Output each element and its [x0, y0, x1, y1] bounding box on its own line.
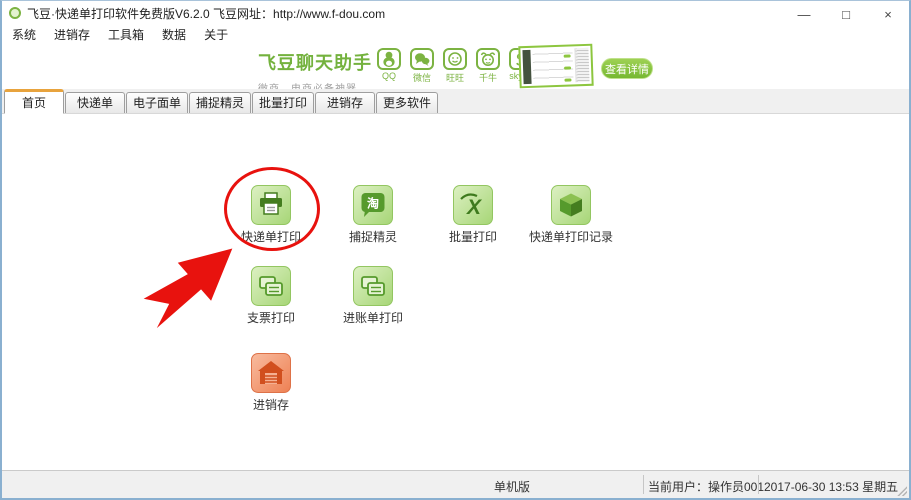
title-bar: 飞豆·快递单打印软件免费版V6.2.0 飞豆网址：http://www.f-do… — [2, 1, 909, 25]
taobao-capture-icon: 淘 — [353, 185, 393, 225]
launcher-item-label: 进账单打印 — [342, 311, 403, 325]
resize-grip[interactable] — [895, 484, 907, 496]
menu-item-inventory[interactable]: 进销存 — [45, 26, 99, 43]
menu-item-about[interactable]: 关于 — [195, 26, 237, 43]
svg-text:X: X — [466, 196, 483, 219]
promo-thumbnail-text-column — [574, 47, 590, 83]
qianniu-icon — [476, 48, 500, 70]
launcher-inventory[interactable]: 进销存 — [219, 353, 323, 413]
tab-strip: 首页 快递单 电子面单 捕捉精灵 批量打印 进销存 更多软件 — [2, 89, 909, 114]
window-controls: ― □ × — [783, 1, 909, 27]
window-title: 飞豆·快递单打印软件免费版V6.2.0 飞豆网址：http://www.f-do… — [27, 6, 386, 21]
promo-header: 飞豆聊天助手 微商，电商必备神器 QQ — [2, 43, 909, 95]
launcher-check-print[interactable]: 支票打印 — [219, 266, 323, 326]
launcher-express-print[interactable]: 快递单打印 — [219, 185, 323, 245]
status-bar: 单机版 当前用户：操作员001 2017-06-30 13:53 星期五 — [2, 470, 909, 498]
launcher-item-label: 捕捉精灵 — [348, 230, 397, 244]
launcher-item-label: 支票打印 — [246, 311, 295, 325]
tab-electronic-sheet[interactable]: 电子面单 — [126, 92, 189, 113]
promo-dot — [564, 66, 572, 70]
launcher-item-label: 批量打印 — [448, 230, 497, 244]
minimize-button[interactable]: ― — [783, 1, 825, 27]
chat-tool-wechat: 微信 — [409, 48, 435, 84]
promo-thumbnail-sidebar — [522, 49, 532, 85]
statusbar-divider — [758, 475, 759, 494]
promo-thumbnail[interactable] — [518, 43, 594, 89]
qq-icon — [377, 48, 401, 70]
launcher-item-label: 快递单打印记录 — [528, 230, 613, 244]
home-panel — [2, 114, 909, 470]
menu-item-toolbox[interactable]: 工具箱 — [99, 26, 153, 43]
receipt-cards-icon — [353, 266, 393, 306]
chat-tool-label: 微信 — [412, 73, 431, 83]
printer-icon — [251, 185, 291, 225]
wechat-icon — [410, 48, 434, 70]
tab-more-software[interactable]: 更多软件 — [376, 92, 439, 113]
promo-dot — [564, 78, 572, 82]
launcher-item-label: 快递单打印 — [240, 230, 301, 244]
launcher-receipt-print[interactable]: 进账单打印 — [321, 266, 425, 326]
launcher-batch-print[interactable]: X 批量打印 — [421, 185, 525, 245]
chat-tool-wangwang: 旺旺 — [442, 48, 468, 84]
menu-item-data[interactable]: 数据 — [153, 26, 195, 43]
view-details-button[interactable]: 查看详情 — [601, 58, 653, 79]
app-window: 飞豆·快递单打印软件免费版V6.2.0 飞豆网址：http://www.f-do… — [0, 0, 911, 500]
brand-title: 飞豆聊天助手 — [258, 53, 372, 73]
maximize-button[interactable]: □ — [825, 1, 867, 27]
statusbar-current-user: 当前用户：操作员001 — [648, 480, 765, 494]
app-logo-icon — [9, 7, 21, 19]
wangwang-icon — [443, 48, 467, 70]
statusbar-edition: 单机版 — [493, 480, 530, 494]
tab-home[interactable]: 首页 — [4, 89, 64, 114]
launcher-item-label: 进销存 — [252, 398, 289, 412]
menu-item-system[interactable]: 系统 — [10, 26, 45, 43]
tab-batch-print[interactable]: 批量打印 — [252, 92, 315, 113]
package-box-icon — [551, 185, 591, 225]
tab-capture-sprite[interactable]: 捕捉精灵 — [189, 92, 252, 113]
check-cards-icon — [251, 266, 291, 306]
chat-tool-label: QQ — [381, 71, 396, 81]
close-button[interactable]: × — [867, 1, 909, 27]
promo-thumbnail-lines — [532, 49, 574, 83]
excel-batch-icon: X — [453, 185, 493, 225]
tab-inventory[interactable]: 进销存 — [315, 92, 376, 113]
warehouse-icon — [251, 353, 291, 393]
chat-tool-qq: QQ — [376, 48, 402, 84]
launcher-print-records[interactable]: 快递单打印记录 — [519, 185, 623, 245]
promo-dot — [563, 54, 571, 58]
chat-tool-label: 千牛 — [478, 73, 497, 83]
chat-tool-qianniu: 千牛 — [475, 48, 501, 84]
statusbar-divider — [643, 475, 644, 494]
menu-bar: 系统 进销存 工具箱 数据 关于 — [2, 25, 909, 43]
statusbar-datetime: 2017-06-30 13:53 星期五 — [764, 480, 899, 494]
chat-tools: QQ 微信 旺旺 千牛 — [376, 48, 534, 84]
tab-express-sheet[interactable]: 快递单 — [65, 92, 125, 113]
svg-text:淘: 淘 — [367, 196, 379, 211]
chat-tool-label: 旺旺 — [445, 73, 464, 83]
launcher-capture-sprite[interactable]: 淘 捕捉精灵 — [321, 185, 425, 245]
